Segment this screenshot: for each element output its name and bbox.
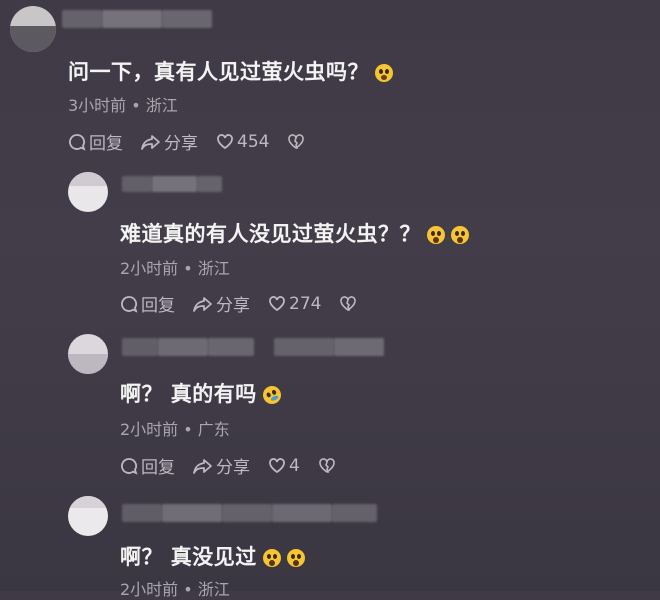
like-button[interactable]: 454 [216,132,269,152]
heart-icon [269,458,285,474]
comment-actions: 回复 分享 454 [68,129,326,154]
dislike-button[interactable] [318,457,339,474]
share-arrow-icon [141,134,160,150]
share-button[interactable]: 分享 [193,291,250,316]
avatar[interactable] [10,6,56,52]
share-arrow-icon [193,296,212,312]
share-button[interactable]: 分享 [141,129,198,154]
reply-bubble-icon [121,295,138,313]
username-blurred[interactable] [122,504,377,522]
like-button[interactable]: 274 [268,294,321,314]
heart-icon [269,296,285,312]
avatar[interactable] [68,496,108,536]
rolling-laughing-emoji-icon [259,383,284,407]
broken-heart-icon [319,458,335,473]
reply-bubble-icon [69,133,86,151]
astonished-face-emoji-icon [286,549,305,567]
comment-text: 啊？ 真没见过 [120,541,305,571]
broken-heart-icon [288,134,305,149]
comment-meta: 2小时前 • 浙江 [120,580,230,599]
comment-actions: 回复 分享 4 [120,453,357,478]
reply-button[interactable]: 回复 [120,453,175,478]
username-blurred[interactable] [62,10,212,28]
like-button[interactable]: 4 [268,456,300,476]
relieved-face-emoji-icon [375,64,393,82]
share-arrow-icon [193,458,212,474]
dislike-button[interactable] [287,133,308,150]
username-blurred[interactable] [122,176,222,192]
reply-button[interactable]: 回复 [120,291,175,316]
comment-meta: 3小时前 • 浙江 [68,96,178,115]
username-blurred[interactable] [122,338,384,356]
broken-heart-icon [340,296,357,311]
comment-actions: 回复 分享 274 [120,291,378,316]
astonished-face-emoji-icon [451,226,469,244]
astonished-face-emoji-icon [427,226,445,244]
reply-button[interactable]: 回复 [68,129,123,154]
comment-text: 问一下，真有人见过萤火虫吗？ [68,56,393,86]
avatar[interactable] [68,334,108,374]
avatar[interactable] [68,172,108,212]
astonished-face-emoji-icon [262,549,281,567]
comment-meta: 2小时前 • 浙江 [120,259,230,278]
share-button[interactable]: 分享 [193,453,250,478]
comment-meta: 2小时前 • 广东 [120,420,230,439]
comment-text: 啊？ 真的有吗 [120,378,284,408]
dislike-button[interactable] [339,295,360,312]
heart-icon [217,134,233,150]
comment-text: 难道真的有人没见过萤火虫？？ [120,218,469,248]
reply-bubble-icon [121,457,138,475]
